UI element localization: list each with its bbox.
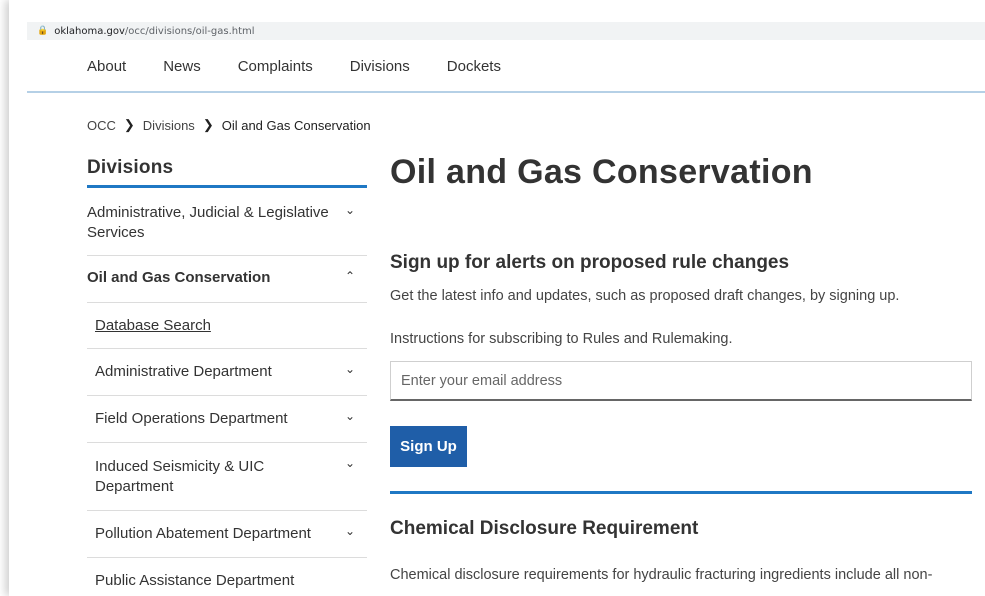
instructions-text: Instructions for subscribing to Rules an… xyxy=(390,331,733,347)
sign-up-button[interactable]: Sign Up xyxy=(390,426,467,467)
chevron-down-icon[interactable]: ⌄ xyxy=(345,524,355,538)
top-nav: About News Complaints Divisions Dockets xyxy=(87,58,538,75)
sidebar-item-label: Administrative Department xyxy=(95,363,272,380)
sidebar-item-database-search[interactable]: Database Search xyxy=(87,303,367,349)
nav-news[interactable]: News xyxy=(163,58,201,75)
url-path: /occ/divisions/oil-gas.html xyxy=(124,25,255,37)
sidebar-item-label: Induced Seismicity & UIC Department xyxy=(95,458,265,495)
sidebar-item-label: Pollution Abatement Department xyxy=(95,525,311,542)
sidebar-item-label: Oil and Gas Conservation xyxy=(87,269,271,286)
nav-divider xyxy=(27,91,985,93)
sidebar-item-label: Administrative, Judicial & Legislative S… xyxy=(87,204,329,241)
chevron-up-icon[interactable]: ⌃ xyxy=(345,269,355,283)
chevron-right-icon: ❯ xyxy=(202,117,214,132)
breadcrumb-current: Oil and Gas Conservation xyxy=(221,117,371,133)
page-title: Oil and Gas Conservation xyxy=(390,153,813,191)
sidebar-item-field-operations[interactable]: Field Operations Department ⌄ xyxy=(87,396,367,443)
nav-dockets[interactable]: Dockets xyxy=(447,58,501,75)
sidebar-title: Divisions xyxy=(87,157,174,178)
sidebar-item-induced-seismicity[interactable]: Induced Seismicity & UIC Department ⌄ xyxy=(87,443,367,511)
sidebar-item-label: Field Operations Department xyxy=(95,410,288,427)
section-divider xyxy=(390,491,972,494)
breadcrumb-occ[interactable]: OCC xyxy=(87,118,116,133)
sidebar-item-pollution-abatement[interactable]: Pollution Abatement Department ⌄ xyxy=(87,511,367,558)
breadcrumb-divisions[interactable]: Divisions xyxy=(143,118,195,133)
url-host: oklahoma.gov xyxy=(54,25,125,37)
address-bar[interactable]: 🔒 oklahoma.gov/occ/divisions/oil-gas.htm… xyxy=(27,22,985,40)
chemical-disclosure-text: Chemical disclosure requirements for hyd… xyxy=(390,567,933,583)
sidebar-item-oil-gas[interactable]: Oil and Gas Conservation ⌃ xyxy=(87,256,367,303)
chevron-down-icon[interactable]: ⌄ xyxy=(345,203,355,217)
chevron-down-icon[interactable]: ⌄ xyxy=(345,362,355,376)
email-input[interactable] xyxy=(390,361,972,401)
sidebar-item-public-assistance[interactable]: Public Assistance Department xyxy=(87,558,367,596)
nav-divisions[interactable]: Divisions xyxy=(350,58,410,75)
chemical-disclosure-heading: Chemical Disclosure Requirement xyxy=(390,518,699,539)
browser-window: 🔒 oklahoma.gov/occ/divisions/oil-gas.htm… xyxy=(9,0,985,596)
sidebar: Administrative, Judicial & Legislative S… xyxy=(87,188,367,596)
chevron-right-icon: ❯ xyxy=(123,117,135,132)
chevron-down-icon[interactable]: ⌄ xyxy=(345,456,355,470)
sidebar-item-administrative-judicial[interactable]: Administrative, Judicial & Legislative S… xyxy=(87,188,367,256)
alerts-text: Get the latest info and updates, such as… xyxy=(390,288,900,304)
breadcrumb: OCC ❯ Divisions ❯ Oil and Gas Conservati… xyxy=(87,117,371,133)
chevron-down-icon[interactable]: ⌄ xyxy=(345,409,355,423)
alerts-heading: Sign up for alerts on proposed rule chan… xyxy=(390,252,790,273)
sidebar-item-administrative-department[interactable]: Administrative Department ⌄ xyxy=(87,349,367,396)
lock-icon: 🔒 xyxy=(37,26,49,36)
nav-about[interactable]: About xyxy=(87,58,126,75)
sidebar-item-label[interactable]: Database Search xyxy=(95,317,211,334)
nav-complaints[interactable]: Complaints xyxy=(238,58,313,75)
sidebar-item-label: Public Assistance Department xyxy=(95,572,295,589)
